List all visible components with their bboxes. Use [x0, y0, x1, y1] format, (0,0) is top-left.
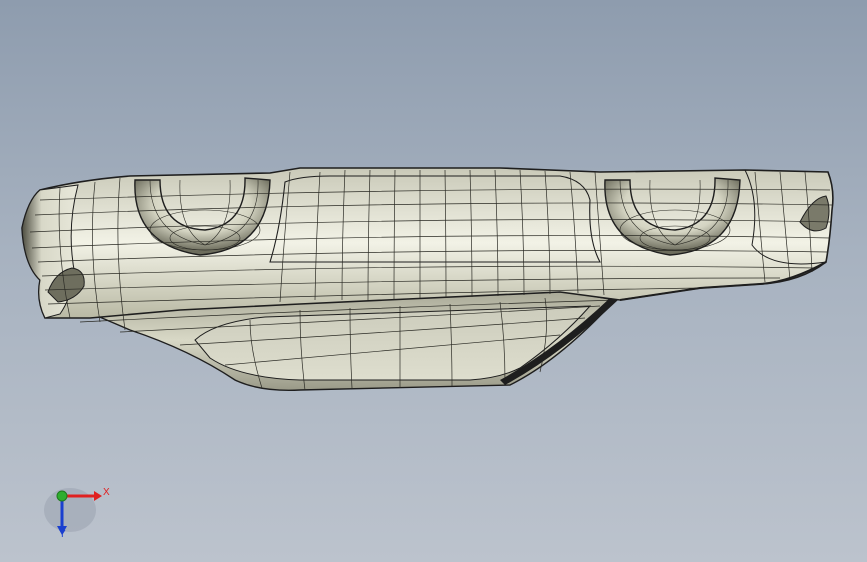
- 3d-viewport[interactable]: X Y: [0, 0, 867, 562]
- coordinate-triad: X Y: [40, 478, 120, 548]
- y-axis-label: Y: [59, 529, 66, 540]
- 3d-model-part[interactable]: [0, 0, 867, 562]
- x-axis-label: X: [103, 487, 110, 498]
